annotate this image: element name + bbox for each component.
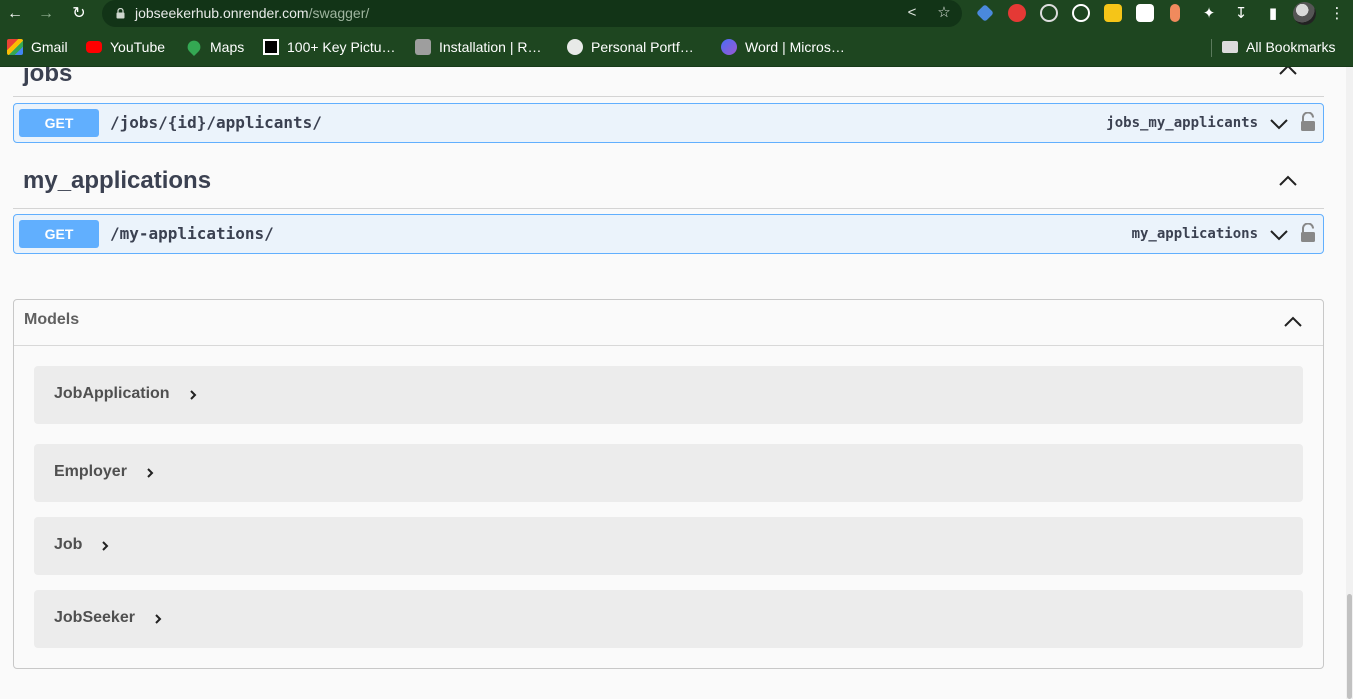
model-jobseeker[interactable]: JobSeeker (34, 590, 1303, 648)
globe-icon (567, 39, 583, 55)
chevron-up-icon[interactable] (1278, 171, 1298, 191)
puzzle-icon[interactable]: ✦ (1198, 3, 1220, 25)
bookmark-key-pictures[interactable]: 100+ Key Pictu… (263, 38, 396, 56)
adblock-icon[interactable] (1008, 4, 1026, 22)
operation-id: jobs_my_applicants (1106, 115, 1258, 131)
chevron-up-icon[interactable] (1278, 67, 1298, 80)
bookmark-youtube[interactable]: YouTube (86, 38, 165, 56)
chevron-right-icon[interactable] (100, 539, 110, 553)
scrollbar-thumb[interactable] (1347, 594, 1352, 699)
chevron-right-icon[interactable] (153, 612, 163, 626)
check-circle-icon[interactable] (1072, 4, 1090, 22)
method-badge: GET (19, 109, 99, 137)
maps-icon (184, 37, 204, 57)
bookmark-gmail[interactable]: Gmail (7, 38, 68, 56)
chevron-up-icon[interactable] (1283, 312, 1303, 332)
bookmark-installation[interactable]: Installation | R… (415, 38, 541, 56)
tag-header-my-applications[interactable]: my_applications (13, 167, 1324, 209)
operation-id: my_applications (1131, 226, 1258, 242)
url-path: /swagger/ (308, 5, 370, 21)
model-name: JobApplication (54, 385, 170, 402)
model-name: Job (54, 536, 83, 553)
bookmark-favicon (415, 39, 431, 55)
word-icon (721, 39, 737, 55)
bookmark-favicon (263, 39, 279, 55)
sidepanel-icon[interactable]: ▮ (1262, 3, 1284, 25)
menu-kebab-icon[interactable]: ⋮ (1326, 3, 1348, 25)
youtube-icon (86, 41, 102, 53)
extension-icon[interactable] (1136, 4, 1154, 22)
method-badge: GET (19, 220, 99, 248)
bookmark-label: Installation | R… (439, 39, 542, 55)
bookmark-maps[interactable]: Maps (184, 37, 245, 57)
url-host: jobseekerhub.onrender.com (135, 5, 309, 21)
bookmark-label: Maps (210, 39, 245, 55)
model-employer[interactable]: Employer (34, 444, 1303, 502)
chevron-right-icon[interactable] (145, 466, 155, 480)
tag-title: jobs (23, 67, 73, 87)
models-header[interactable]: Models (14, 300, 1323, 346)
unlocked-lock-icon[interactable] (1300, 112, 1316, 132)
bookmark-word[interactable]: Word | Micros… (721, 38, 845, 56)
gmail-icon (7, 39, 23, 55)
star-icon[interactable]: ☆ (935, 4, 953, 22)
url-text[interactable]: jobseekerhub.onrender.com/swagger/ (135, 5, 369, 21)
model-name: JobSeeker (54, 609, 135, 626)
bookmarks-bar: Gmail YouTube Maps 100+ Key Pictu… Insta… (0, 27, 1353, 67)
model-job[interactable]: Job (34, 517, 1303, 575)
forward-arrow-icon[interactable]: → (35, 3, 57, 25)
bookmark-label: 100+ Key Pictu… (287, 39, 396, 55)
model-name: Employer (54, 463, 127, 480)
extension-icon[interactable] (976, 4, 994, 22)
models-section: Models JobApplication Employer Job JobSe… (13, 299, 1324, 669)
profile-avatar[interactable] (1293, 2, 1316, 25)
operation-path: /jobs/{id}/applicants/ (110, 113, 322, 132)
reload-icon[interactable]: ↻ (68, 3, 90, 25)
tag-header-jobs[interactable]: jobs (13, 67, 1324, 97)
bookmark-portfolio[interactable]: Personal Portf… (567, 38, 694, 56)
back-arrow-icon[interactable]: ← (4, 3, 26, 25)
all-bookmarks-label: All Bookmarks (1246, 39, 1336, 55)
bookmark-label: Word | Micros… (745, 39, 845, 55)
unlocked-lock-icon[interactable] (1300, 223, 1316, 243)
warning-extension-icon[interactable] (1104, 4, 1122, 22)
opblock-get-jobs-applicants[interactable]: GET /jobs/{id}/applicants/ jobs_my_appli… (13, 103, 1324, 143)
lock-icon (116, 8, 125, 19)
download-icon[interactable]: ↧ (1230, 3, 1252, 25)
browser-toolbar: ← → ↻ jobseekerhub.onrender.com/swagger/… (0, 0, 1353, 27)
folder-icon (1222, 41, 1238, 53)
bookmark-label: Gmail (31, 39, 68, 55)
share-icon[interactable]: < (903, 4, 921, 22)
address-bar[interactable]: jobseekerhub.onrender.com/swagger/ < ☆ (102, 0, 962, 27)
page-scrollbar[interactable] (1346, 67, 1353, 699)
operation-path: /my-applications/ (110, 224, 274, 243)
bookmark-label: YouTube (110, 39, 166, 55)
sync-icon[interactable] (1040, 4, 1058, 22)
bookmark-separator (1211, 39, 1212, 57)
bookmark-label: Personal Portf… (591, 39, 694, 55)
opblock-get-my-applications[interactable]: GET /my-applications/ my_applications (13, 214, 1324, 254)
tag-title: my_applications (23, 167, 212, 194)
model-jobapplication[interactable]: JobApplication (34, 366, 1303, 424)
all-bookmarks[interactable]: All Bookmarks (1222, 38, 1335, 56)
chevron-right-icon[interactable] (188, 388, 198, 402)
swagger-page: jobs GET /jobs/{id}/applicants/ jobs_my_… (0, 67, 1353, 699)
models-title: Models (24, 311, 80, 328)
chevron-down-icon[interactable] (1269, 114, 1289, 134)
chevron-down-icon[interactable] (1269, 225, 1289, 245)
pill-extension-icon[interactable] (1170, 4, 1180, 22)
